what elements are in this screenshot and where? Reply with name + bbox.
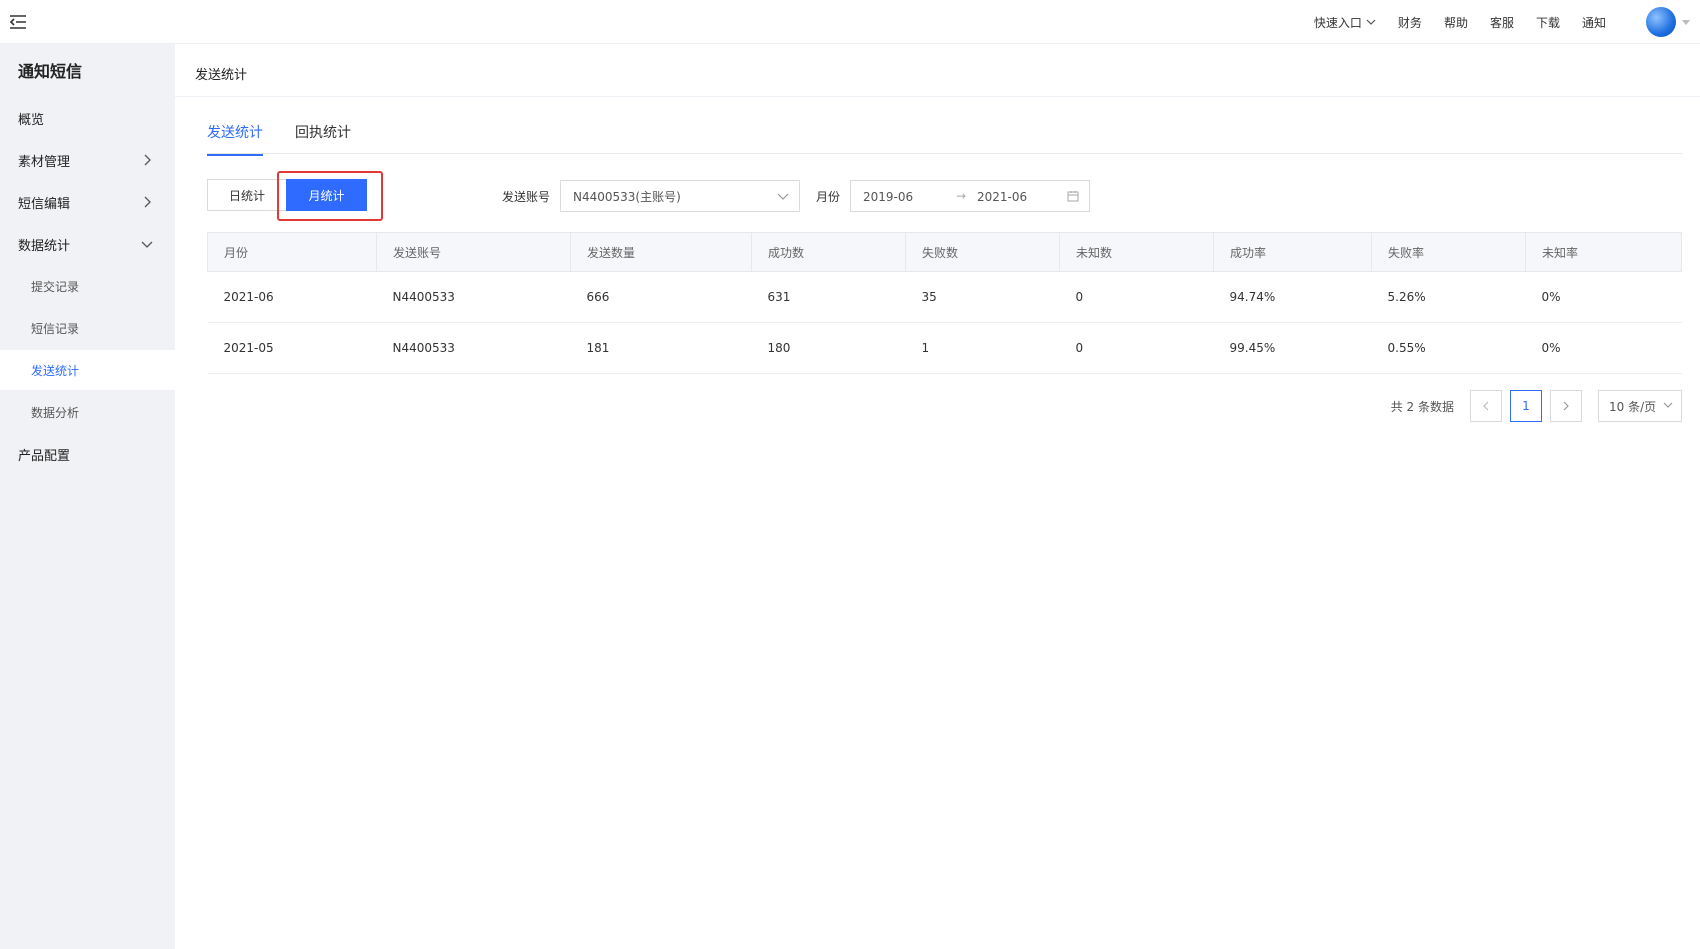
cell-unknown: 0 <box>1059 322 1214 374</box>
cell-failed: 35 <box>905 271 1060 323</box>
nav-finance[interactable]: 财务 <box>1398 14 1422 31</box>
date-end-input[interactable]: 2021-06 <box>977 190 1027 204</box>
col-header-failed: 失败数 <box>905 232 1060 272</box>
user-menu[interactable] <box>1646 7 1690 37</box>
next-page-button[interactable] <box>1550 390 1582 422</box>
stat-period-toggle: 日统计 月统计 <box>207 179 367 211</box>
menu-toggle-icon[interactable] <box>8 12 28 32</box>
cell-account: N4400533 <box>376 271 571 323</box>
cell-failed: 1 <box>905 322 1060 374</box>
cell-fail-rate: 0.55% <box>1371 322 1526 374</box>
cell-account: N4400533 <box>376 322 571 374</box>
chevron-down-icon <box>1366 19 1376 25</box>
col-header-success-rate: 成功率 <box>1213 232 1372 272</box>
table-header-row: 月份 发送账号 发送数量 成功数 失败数 未知数 成功率 失败率 未知率 <box>207 232 1682 272</box>
account-select[interactable]: N4400533(主账号) <box>560 180 800 212</box>
chevron-left-icon <box>1483 401 1489 411</box>
sidebar-item-submit-records[interactable]: 提交记录 <box>0 266 175 306</box>
chevron-down-icon <box>1663 402 1673 408</box>
cell-unknown-rate: 0% <box>1525 322 1682 374</box>
cell-success-rate: 94.74% <box>1213 271 1372 323</box>
chevron-right-icon <box>1563 401 1569 411</box>
nav-quick-entry[interactable]: 快速入口 <box>1314 14 1376 31</box>
cell-success: 631 <box>751 271 906 323</box>
sidebar-item-overview[interactable]: 概览 <box>0 98 175 138</box>
sidebar-item-send-stats[interactable]: 发送统计 <box>0 350 175 390</box>
sidebar-item-materials[interactable]: 素材管理 <box>0 140 175 180</box>
nav-support[interactable]: 客服 <box>1490 14 1514 31</box>
sidebar-item-sms-edit[interactable]: 短信编辑 <box>0 182 175 222</box>
month-stats-button[interactable]: 月统计 <box>286 179 367 211</box>
nav-download[interactable]: 下载 <box>1536 14 1560 31</box>
cell-month: 2021-06 <box>207 271 377 323</box>
calendar-icon <box>1067 191 1079 202</box>
sidebar: 通知短信 概览 素材管理 短信编辑 数据统计 提交记录 短信记录 发送统计 数据… <box>0 44 175 949</box>
cell-sent: 666 <box>570 271 752 323</box>
prev-page-button[interactable] <box>1470 390 1502 422</box>
pagination-total: 共 2 条数据 <box>1390 399 1454 414</box>
col-header-unknown-rate: 未知率 <box>1525 232 1682 272</box>
sidebar-item-data-analysis[interactable]: 数据分析 <box>0 392 175 432</box>
app-title: 通知短信 <box>18 62 83 81</box>
col-header-sent: 发送数量 <box>570 232 752 272</box>
avatar[interactable] <box>1646 7 1676 37</box>
pagination: 共 2 条数据 1 10 条/页 <box>1391 390 1682 422</box>
tab-receipt-stats[interactable]: 回执统计 <box>295 122 351 154</box>
top-bar: 快速入口 财务 帮助 客服 下载 通知 <box>0 0 1700 44</box>
page-button-current[interactable]: 1 <box>1510 390 1542 422</box>
nav-notifications[interactable]: 通知 <box>1582 14 1606 31</box>
col-header-success: 成功数 <box>751 232 906 272</box>
col-header-fail-rate: 失败率 <box>1371 232 1526 272</box>
chevron-down-icon <box>777 193 789 200</box>
col-header-month: 月份 <box>207 232 377 272</box>
top-nav: 快速入口 财务 帮助 客服 下载 通知 <box>1314 0 1700 44</box>
sidebar-item-product-config[interactable]: 产品配置 <box>0 434 175 474</box>
cell-month: 2021-05 <box>207 322 377 374</box>
page-title: 发送统计 <box>195 68 248 83</box>
sidebar-item-data-stats[interactable]: 数据统计 <box>0 224 175 264</box>
cell-success-rate: 99.45% <box>1213 322 1372 374</box>
cell-success: 180 <box>751 322 906 374</box>
col-header-unknown: 未知数 <box>1059 232 1214 272</box>
cell-unknown: 0 <box>1059 271 1214 323</box>
nav-help[interactable]: 帮助 <box>1444 14 1468 31</box>
tab-send-stats[interactable]: 发送统计 <box>207 122 263 156</box>
chevron-right-icon <box>144 154 151 166</box>
chevron-down-icon <box>141 241 153 248</box>
cell-fail-rate: 5.26% <box>1371 271 1526 323</box>
month-label: 月份 <box>816 190 841 204</box>
table-row: 2021-06 N4400533 666 631 35 0 94.74% 5.2… <box>207 271 1682 323</box>
page-header: 发送统计 <box>175 44 1700 97</box>
date-start-input[interactable]: 2019-06 <box>863 190 913 204</box>
stats-table: 月份 发送账号 发送数量 成功数 失败数 未知数 成功率 失败率 未知率 202… <box>207 232 1682 374</box>
cell-unknown-rate: 0% <box>1525 271 1682 323</box>
month-range-picker[interactable]: 2019-06 → 2021-06 <box>850 180 1090 212</box>
arrow-right-icon: → <box>956 189 967 203</box>
day-stats-button[interactable]: 日统计 <box>207 179 286 211</box>
caret-down-icon <box>1682 19 1690 25</box>
account-label: 发送账号 <box>502 190 551 204</box>
chevron-right-icon <box>144 196 151 208</box>
tab-bar: 发送统计 回执统计 <box>207 108 1682 156</box>
col-header-account: 发送账号 <box>376 232 571 272</box>
cell-sent: 181 <box>570 322 752 374</box>
sidebar-item-sms-records[interactable]: 短信记录 <box>0 308 175 348</box>
table-row: 2021-05 N4400533 181 180 1 0 99.45% 0.55… <box>207 322 1682 374</box>
page-size-select[interactable]: 10 条/页 <box>1598 390 1682 422</box>
